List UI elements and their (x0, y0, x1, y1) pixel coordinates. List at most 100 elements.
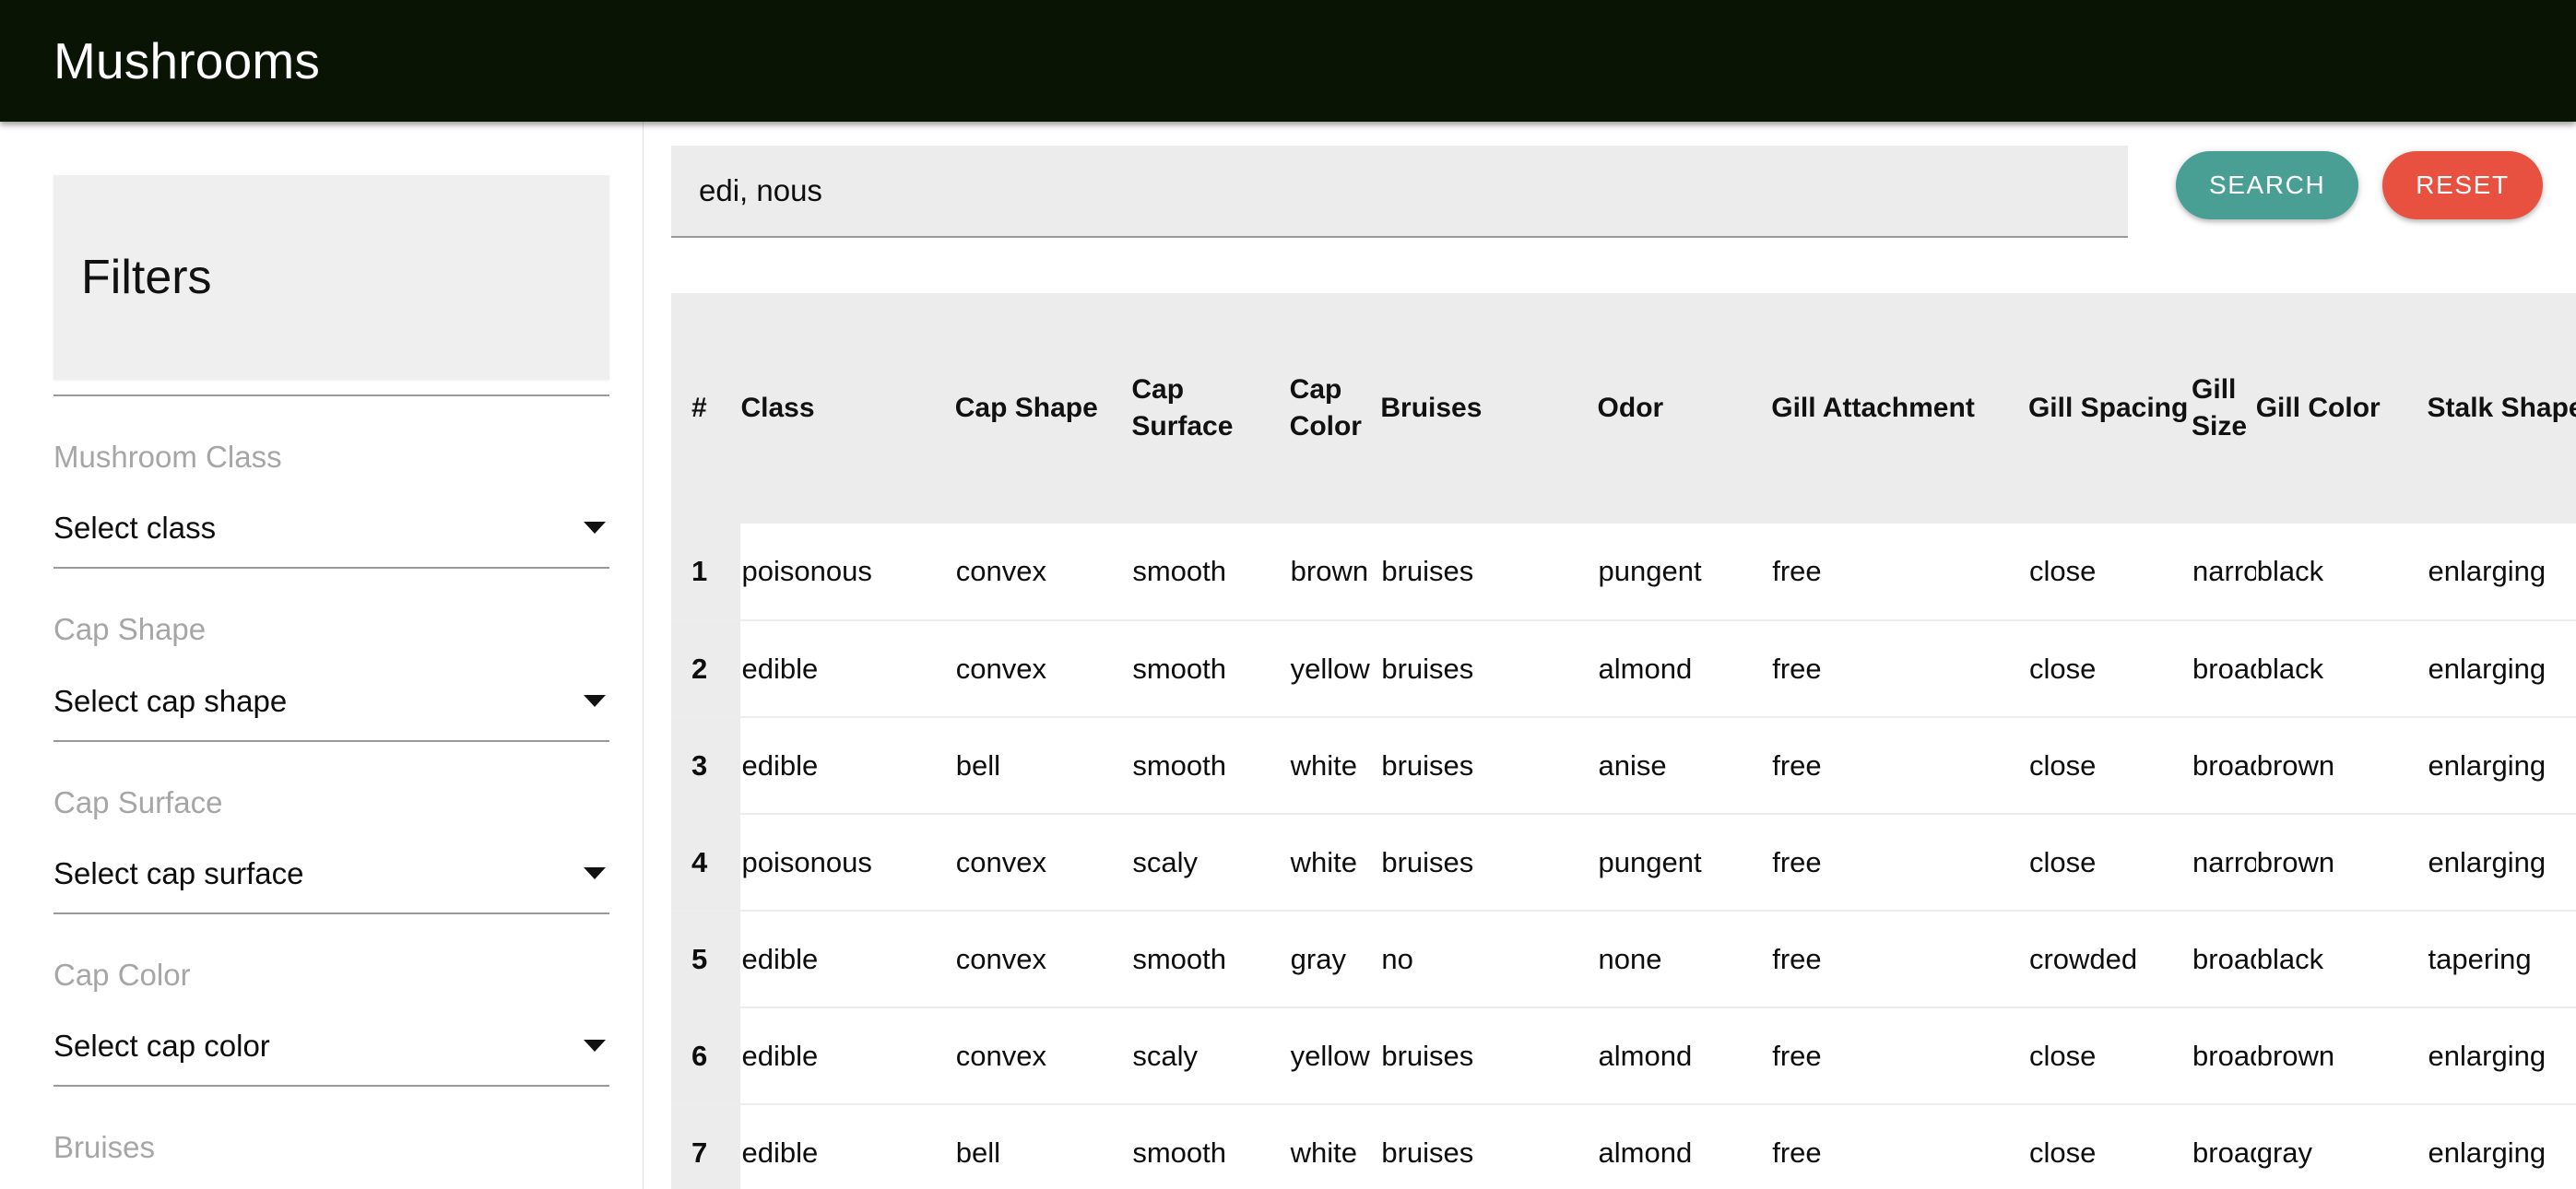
cell-cap-color: gray (1289, 910, 1381, 1007)
cell-class: edible (740, 716, 955, 814)
cell-gill-size: narrow (2192, 813, 2256, 911)
table-row[interactable]: 1 poisonous convex smooth brown bruises … (671, 524, 2576, 620)
chevron-down-icon (584, 866, 606, 879)
select-cap-shape-value: Select cap shape (53, 683, 288, 718)
filter-group-mushroom-class: Mushroom Class Select class (53, 396, 609, 570)
cell-gill-color: brown (2255, 813, 2428, 911)
cell-bruises: bruises (1380, 619, 1598, 717)
select-cap-surface-value: Select cap surface (53, 855, 304, 890)
cell-gill-size: broad (2192, 716, 2256, 814)
search-button[interactable]: SEARCH (2176, 151, 2359, 219)
filter-label-cap-color: Cap Color (53, 957, 191, 992)
cell-cap-color: yellow (1289, 1007, 1381, 1104)
column-header-bruises[interactable]: Bruises (1380, 293, 1598, 524)
cell-gill-color: black (2255, 619, 2428, 717)
filter-group-bruises: Bruises (53, 1087, 609, 1164)
cell-cap-color: white (1289, 813, 1381, 911)
search-input[interactable] (697, 172, 2102, 209)
filter-group-cap-color: Cap Color Select cap color (53, 914, 609, 1088)
cell-odor: none (1597, 910, 1772, 1007)
column-header-index[interactable]: # (671, 293, 741, 524)
chevron-down-icon (584, 522, 606, 535)
cell-gill-spacing: close (2027, 1103, 2192, 1189)
cell-index: 7 (671, 1103, 741, 1189)
filter-group-cap-shape: Cap Shape Select cap shape (53, 569, 609, 742)
cell-gill-spacing: crowded (2027, 910, 2192, 1007)
cell-odor: pungent (1597, 813, 1772, 911)
cell-index: 2 (671, 619, 741, 717)
table-row[interactable]: 6 edible convex scaly yellow bruises alm… (671, 1007, 2576, 1104)
column-header-stalk-shape[interactable]: Stalk Shape (2427, 293, 2576, 524)
cell-cap-shape: bell (954, 1103, 1132, 1189)
cell-odor: anise (1597, 716, 1772, 814)
cell-gill-attachment: free (1771, 910, 2028, 1007)
cell-class: poisonous (740, 813, 955, 911)
toolbar-buttons: SEARCH RESET (2176, 146, 2543, 219)
filter-label-cap-shape: Cap Shape (53, 612, 207, 647)
table-row[interactable]: 3 edible bell smooth white bruises anise… (671, 716, 2576, 814)
table-row[interactable]: 2 edible convex smooth yellow bruises al… (671, 619, 2576, 717)
cell-bruises: bruises (1380, 1103, 1598, 1189)
select-cap-color[interactable]: Select cap color (53, 1029, 609, 1088)
select-cap-surface[interactable]: Select cap surface (53, 858, 609, 914)
cell-index: 5 (671, 910, 741, 1007)
cell-gill-spacing: close (2027, 619, 2192, 717)
cell-cap-color: white (1289, 1103, 1381, 1189)
cell-stalk-shape: tapering (2427, 910, 2576, 1007)
cell-cap-shape: convex (954, 619, 1132, 717)
app-header: Mushrooms (0, 0, 2576, 122)
table-row[interactable]: 7 edible bell smooth white bruises almon… (671, 1103, 2576, 1189)
table-row[interactable]: 5 edible convex smooth gray no none free… (671, 910, 2576, 1007)
cell-gill-size: broad (2192, 910, 2256, 1007)
cell-gill-spacing: close (2027, 524, 2192, 620)
column-header-cap-shape[interactable]: Cap Shape (954, 293, 1132, 524)
table-body: 1 poisonous convex smooth brown bruises … (671, 524, 2576, 1189)
cell-index: 4 (671, 813, 741, 911)
cell-cap-surface: smooth (1131, 524, 1290, 620)
cell-cap-surface: scaly (1131, 1007, 1290, 1104)
cell-gill-attachment: free (1771, 716, 2028, 814)
cell-gill-spacing: close (2027, 716, 2192, 814)
cell-odor: almond (1597, 619, 1772, 717)
cell-class: edible (740, 910, 955, 1007)
chevron-down-icon (584, 1040, 606, 1053)
reset-button[interactable]: RESET (2382, 151, 2543, 219)
table-row[interactable]: 4 poisonous convex scaly white bruises p… (671, 813, 2576, 911)
search-toolbar: SEARCH RESET (644, 146, 2576, 238)
cell-cap-shape: bell (954, 716, 1132, 814)
column-header-cap-surface[interactable]: Cap Surface (1131, 293, 1290, 524)
column-header-gill-spacing[interactable]: Gill Spacing (2027, 293, 2192, 524)
chevron-down-icon (584, 694, 606, 707)
select-cap-shape[interactable]: Select cap shape (53, 686, 609, 742)
column-header-gill-color[interactable]: Gill Color (2255, 293, 2428, 524)
results-table-container[interactable]: # Class Cap Shape Cap Surface Cap Color … (671, 293, 2576, 1189)
column-header-class[interactable]: Class (740, 293, 955, 524)
cell-cap-surface: smooth (1131, 716, 1290, 814)
cell-gill-size: broad (2192, 1103, 2256, 1189)
cell-gill-color: gray (2255, 1103, 2428, 1189)
column-header-gill-attachment[interactable]: Gill Attachment (1771, 293, 2028, 524)
cell-bruises: bruises (1380, 1007, 1598, 1104)
column-header-cap-color[interactable]: Cap Color (1289, 293, 1381, 524)
column-header-odor[interactable]: Odor (1597, 293, 1772, 524)
filter-label-mushroom-class: Mushroom Class (53, 440, 282, 474)
cell-index: 6 (671, 1007, 741, 1104)
cell-gill-color: brown (2255, 1007, 2428, 1104)
select-cap-color-value: Select cap color (53, 1029, 270, 1064)
cell-odor: pungent (1597, 524, 1772, 620)
cell-cap-surface: scaly (1131, 813, 1290, 911)
cell-cap-surface: smooth (1131, 1103, 1290, 1189)
table-header: # Class Cap Shape Cap Surface Cap Color … (671, 293, 2576, 524)
mushrooms-table: # Class Cap Shape Cap Surface Cap Color … (671, 293, 2576, 1189)
column-header-gill-size[interactable]: Gill Size (2192, 293, 2256, 524)
cell-bruises: bruises (1380, 716, 1598, 814)
cell-gill-attachment: free (1771, 813, 2028, 911)
cell-gill-attachment: free (1771, 524, 2028, 620)
search-field[interactable] (671, 146, 2128, 238)
cell-gill-attachment: free (1771, 1007, 2028, 1104)
cell-gill-color: black (2255, 524, 2428, 620)
cell-gill-attachment: free (1771, 1103, 2028, 1189)
select-mushroom-class[interactable]: Select class (53, 512, 609, 570)
cell-cap-shape: convex (954, 910, 1132, 1007)
cell-cap-color: brown (1289, 524, 1381, 620)
